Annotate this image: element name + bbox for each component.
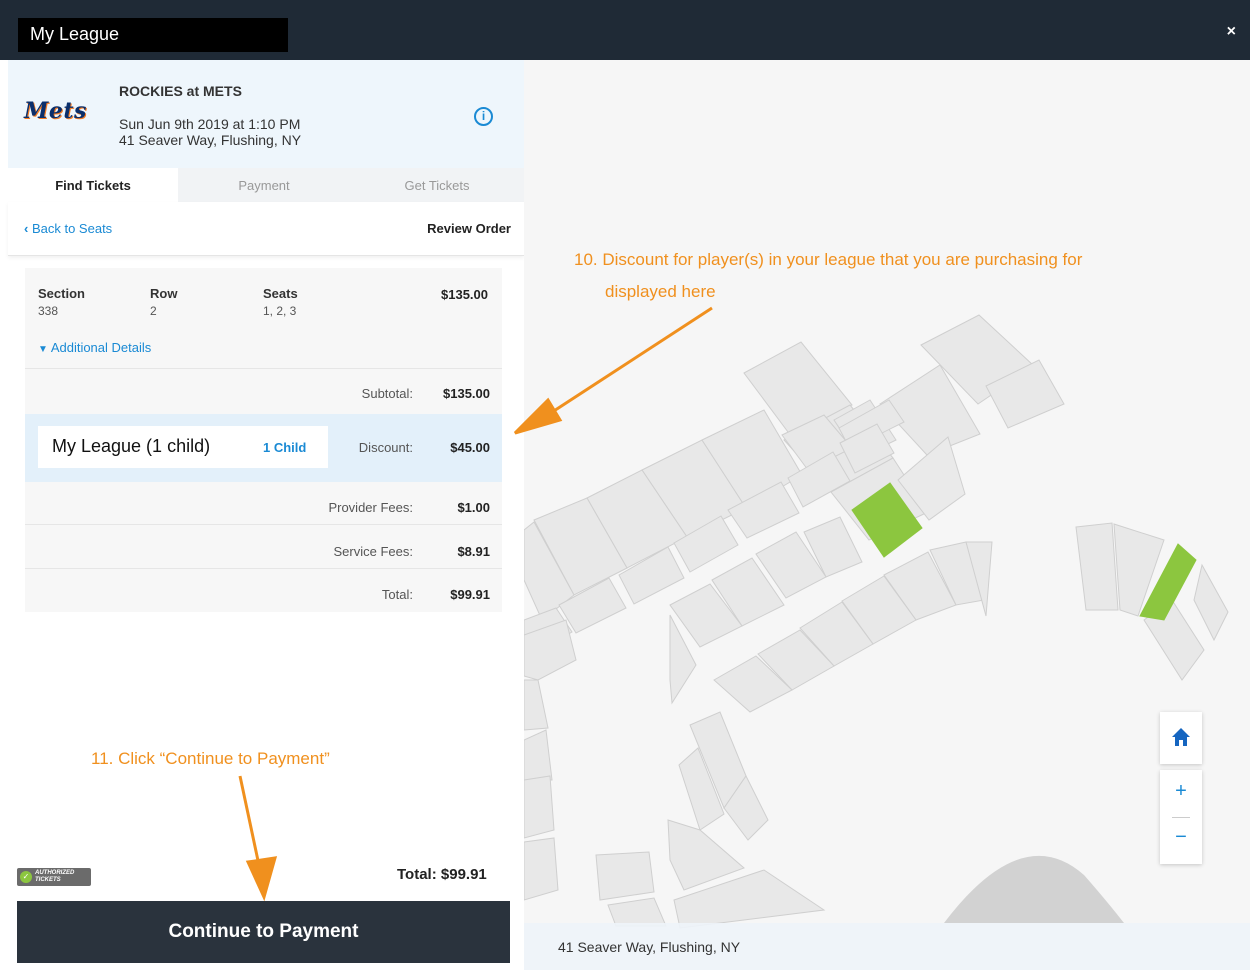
footer-total: Total: $99.91 — [397, 866, 487, 883]
arrowhead — [245, 856, 278, 902]
arrow-line — [238, 775, 262, 871]
arrowhead — [513, 397, 563, 435]
check-icon: ✓ — [20, 871, 32, 883]
continue-to-payment-button[interactable]: Continue to Payment — [17, 901, 510, 963]
annotation-arrows — [146, 306, 713, 953]
badge-text: AUTHORIZED TICKETS — [35, 870, 75, 883]
authorized-tickets-badge: ✓ AUTHORIZED TICKETS — [17, 868, 91, 886]
arrow-line — [539, 306, 713, 422]
